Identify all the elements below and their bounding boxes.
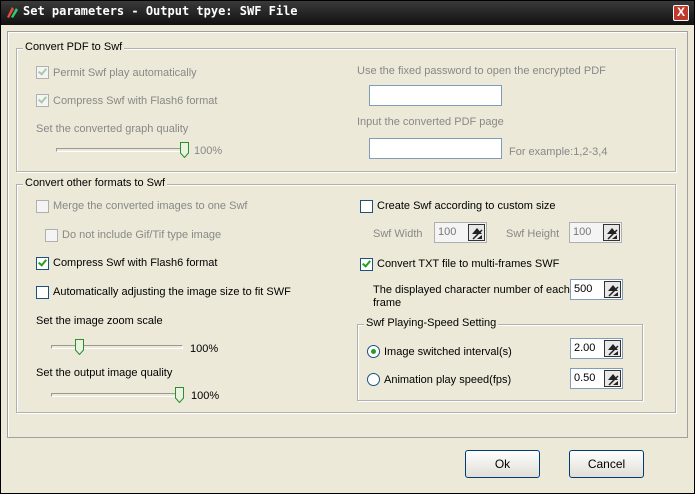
- permit-play-checkbox[interactable]: [36, 66, 49, 79]
- check-icon: [38, 257, 47, 267]
- interval-spinner[interactable]: 2.00: [570, 338, 623, 359]
- dialog-window: Set parameters - Output tpye: SWF File X…: [0, 0, 695, 494]
- output-quality-value: 100%: [191, 390, 220, 402]
- zoom-scale-value: 100%: [190, 343, 219, 355]
- password-input[interactable]: [369, 85, 502, 106]
- check-icon: [38, 94, 47, 104]
- other-compress-label: Compress Swf with Flash6 format: [53, 257, 218, 269]
- auto-adjust-checkbox[interactable]: [36, 286, 49, 299]
- interval-value: 2.00: [574, 342, 596, 354]
- pdf-quality-slider-thumb[interactable]: [180, 142, 189, 158]
- pdf-quality-value: 100%: [194, 145, 223, 157]
- fps-value: 0.50: [574, 372, 596, 384]
- output-quality-slider-thumb[interactable]: [175, 387, 184, 403]
- output-quality-slider-track[interactable]: [51, 393, 183, 397]
- pdf-compress-label: Compress Swf with Flash6 format: [53, 95, 218, 107]
- interval-label: Image switched interval(s): [384, 346, 512, 358]
- txt-multi-frames-label: Convert TXT file to multi-frames SWF: [377, 258, 560, 270]
- custom-size-checkbox[interactable]: [360, 200, 373, 213]
- cancel-button[interactable]: Cancel: [569, 450, 644, 478]
- page-hint: For example:1,2-3,4: [509, 146, 608, 158]
- speed-group: Swf Playing-Speed Setting: [357, 317, 643, 401]
- swf-width-spin-icon[interactable]: [468, 224, 485, 241]
- fps-label: Animation play speed(fps): [384, 374, 512, 386]
- swf-width-spinner[interactable]: 100: [434, 222, 487, 243]
- page-label: Input the converted PDF page: [357, 116, 504, 128]
- auto-adjust-label: Automatically adjusting the image size t…: [53, 286, 291, 298]
- window-title: Set parameters - Output tpye: SWF File: [23, 4, 298, 18]
- pdf-quality-label: Set the converted graph quality: [36, 123, 189, 135]
- exclude-gif-label: Do not include Gif/Tif type image: [62, 229, 222, 241]
- char-number-label-2: frame: [373, 297, 402, 309]
- other-formats-group-title: Convert other formats to Swf: [23, 177, 167, 189]
- fps-spin-icon[interactable]: [604, 370, 621, 387]
- page-input[interactable]: [369, 138, 502, 159]
- interval-radio[interactable]: [367, 345, 380, 358]
- txt-multi-frames-checkbox[interactable]: [360, 258, 373, 271]
- check-icon: [362, 258, 371, 268]
- interval-spin-icon[interactable]: [604, 340, 621, 357]
- pdf-group-title: Convert PDF to Swf: [23, 41, 125, 53]
- close-icon: X: [676, 5, 685, 19]
- title-bar[interactable]: Set parameters - Output tpye: SWF File X: [1, 1, 694, 25]
- password-label: Use the fixed password to open the encry…: [357, 65, 606, 77]
- swf-width-label: Swf Width: [373, 228, 423, 240]
- merge-images-checkbox[interactable]: [36, 200, 49, 213]
- permit-play-label: Permit Swf play automatically: [53, 67, 197, 79]
- output-quality-label: Set the output image quality: [36, 367, 173, 379]
- fps-spinner[interactable]: 0.50: [570, 368, 623, 389]
- fps-radio[interactable]: [367, 373, 380, 386]
- check-icon: [38, 66, 47, 76]
- exclude-gif-checkbox[interactable]: [45, 229, 58, 242]
- ok-button[interactable]: Ok: [465, 450, 540, 478]
- zoom-slider-track[interactable]: [51, 345, 183, 349]
- radio-selected-icon: [371, 349, 376, 354]
- swf-height-spin-icon[interactable]: [603, 224, 620, 241]
- swf-height-spinner[interactable]: 100: [569, 222, 622, 243]
- close-button[interactable]: X: [673, 5, 689, 21]
- pdf-compress-checkbox[interactable]: [36, 94, 49, 107]
- zoom-slider-thumb[interactable]: [75, 339, 84, 355]
- speed-group-title: Swf Playing-Speed Setting: [364, 317, 499, 329]
- merge-images-label: Merge the converted images to one Swf: [53, 200, 248, 212]
- char-number-value: 500: [574, 283, 593, 295]
- swf-height-label: Swf Height: [506, 228, 560, 240]
- char-number-label: The displayed character number of each: [373, 284, 570, 296]
- app-icon: [7, 7, 18, 18]
- swf-width-value: 100: [438, 226, 457, 238]
- pdf-quality-slider-track[interactable]: [56, 148, 186, 152]
- custom-size-label: Create Swf according to custom size: [377, 200, 556, 212]
- other-compress-checkbox[interactable]: [36, 257, 49, 270]
- char-number-spin-icon[interactable]: [604, 281, 621, 298]
- char-number-spinner[interactable]: 500: [570, 279, 623, 300]
- zoom-scale-label: Set the image zoom scale: [36, 315, 163, 327]
- swf-height-value: 100: [573, 226, 592, 238]
